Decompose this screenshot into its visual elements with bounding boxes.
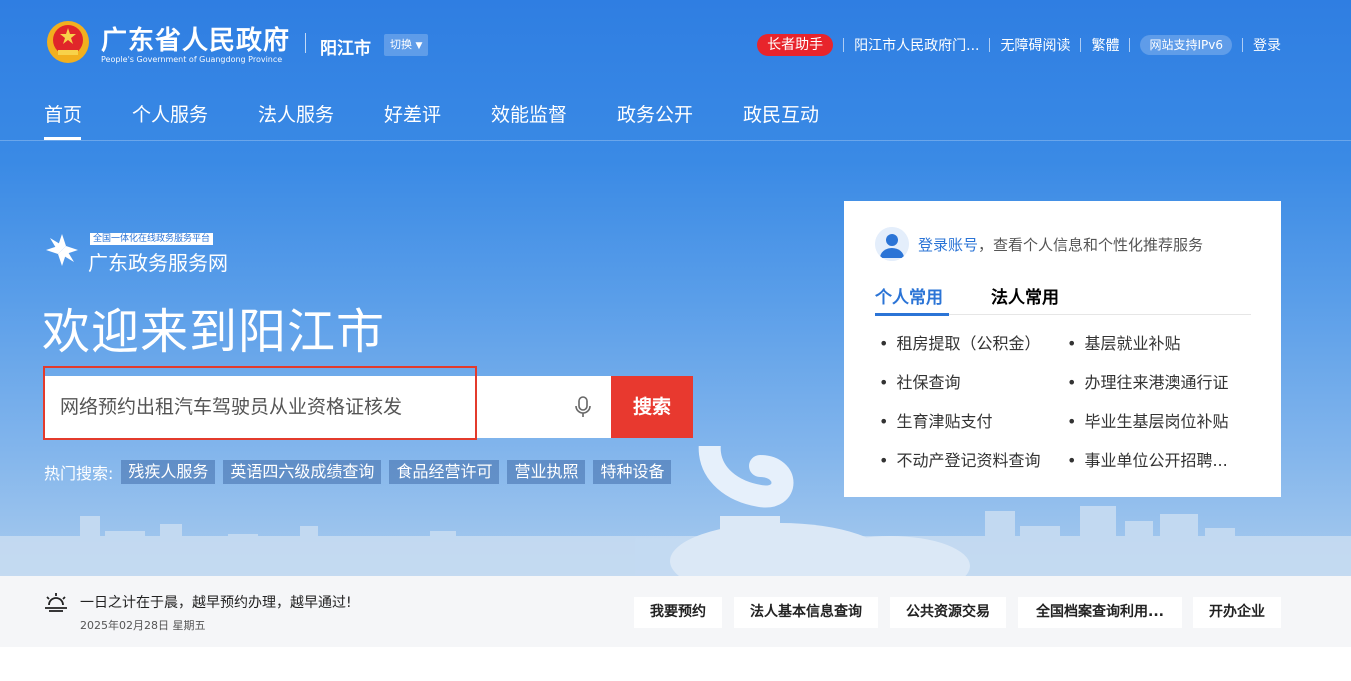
quick-link-public-resources[interactable]: 公共资源交易 <box>890 597 1006 628</box>
gov-subtitle: People's Government of Guangdong Provinc… <box>101 55 283 64</box>
gov-title[interactable]: 广东省人民政府 <box>101 20 290 57</box>
nav-item-rating[interactable]: 好差评 <box>384 100 441 127</box>
nav-item-public-interaction[interactable]: 政民互动 <box>743 100 819 127</box>
nav-active-indicator <box>44 137 81 140</box>
service-link[interactable]: 基层就业补贴 <box>1067 330 1180 354</box>
divider <box>843 38 845 52</box>
login-prompt: 登录账号，查看个人信息和个性化推荐服务 <box>918 234 1203 255</box>
portal-link[interactable]: 阳江市人民政府门... <box>854 35 979 55</box>
user-avatar-icon <box>875 227 909 261</box>
city-switch-button[interactable]: 切换 ▼ <box>384 34 429 56</box>
service-link[interactable]: 事业单位公开招聘... <box>1067 447 1227 471</box>
login-account-link[interactable]: 登录账号 <box>918 236 978 254</box>
service-link[interactable]: 租房提取（公积金） <box>879 330 1040 354</box>
nav-item-corporate-services[interactable]: 法人服务 <box>258 100 334 127</box>
hot-search-tag[interactable]: 英语四六级成绩查询 <box>223 460 382 484</box>
service-link[interactable]: 办理往来港澳通行证 <box>1067 369 1228 393</box>
service-link[interactable]: 生育津贴支付 <box>879 408 992 432</box>
chevron-down-icon: ▼ <box>415 41 423 51</box>
search-button[interactable]: 搜索 <box>611 376 693 438</box>
hot-search-clip: 热门搜索: 残疾人服务 英语四六级成绩查询 食品经营许可 营业执照 特种设备 <box>44 458 694 486</box>
nav-item-home[interactable]: 首页 <box>44 100 82 127</box>
platform-logo-icon <box>46 234 78 266</box>
hot-search-tag[interactable]: 残疾人服务 <box>121 460 216 484</box>
microphone-icon[interactable] <box>571 395 595 419</box>
hot-search-tag[interactable]: 营业执照 <box>507 460 586 484</box>
tab-personal-common[interactable]: 个人常用 <box>875 283 943 308</box>
login-prompt-text: ，查看个人信息和个性化推荐服务 <box>978 236 1204 254</box>
top-links: 长者助手 阳江市人民政府门... 无障碍阅读 繁體 网站支持IPv6 登录 <box>757 33 1281 57</box>
current-date: 2025年02月28日 星期五 <box>80 619 206 632</box>
service-link[interactable]: 毕业生基层岗位补贴 <box>1067 408 1228 432</box>
switch-label: 切换 <box>390 38 412 51</box>
ipv6-badge: 网站支持IPv6 <box>1140 35 1232 55</box>
quick-link-start-business[interactable]: 开办企业 <box>1193 597 1281 628</box>
search-box <box>44 376 611 438</box>
login-link[interactable]: 登录 <box>1253 35 1281 55</box>
divider <box>1242 38 1243 52</box>
service-link[interactable]: 社保查询 <box>879 369 960 393</box>
welcome-heading: 欢迎来到阳江市 <box>42 304 386 360</box>
service-card: 登录账号，查看个人信息和个性化推荐服务 个人常用 法人常用 租房提取（公积金） … <box>844 201 1281 497</box>
hot-search: 热门搜索: 残疾人服务 英语四六级成绩查询 食品经营许可 营业执照 特种设备 <box>44 460 679 484</box>
platform-name: 广东政务服务网 <box>88 251 228 275</box>
elder-assistant-button[interactable]: 长者助手 <box>757 34 834 56</box>
quick-link-corporate-info[interactable]: 法人基本信息查询 <box>734 597 878 628</box>
tab-active-indicator <box>875 313 949 316</box>
top-header: 广东省人民政府 People's Government of Guangdong… <box>0 0 1351 88</box>
hot-search-tag[interactable]: 食品经营许可 <box>389 460 500 484</box>
main-nav: 首页 个人服务 法人服务 好差评 效能监督 政务公开 政民互动 <box>0 88 1351 141</box>
tab-corporate-common[interactable]: 法人常用 <box>991 283 1059 308</box>
page: 广东省人民政府 People's Government of Guangdong… <box>0 0 1351 681</box>
nav-item-government-affairs[interactable]: 政务公开 <box>617 100 693 127</box>
accessibility-link[interactable]: 无障碍阅读 <box>1000 35 1070 55</box>
traditional-chinese-link[interactable]: 繁體 <box>1091 35 1119 55</box>
hot-search-tag[interactable]: 特种设备 <box>593 460 672 484</box>
divider <box>989 38 991 52</box>
platform-tag: 全国一体化在线政务服务平台 <box>90 233 214 245</box>
search-input[interactable] <box>44 376 554 438</box>
divider <box>305 33 306 53</box>
motto-text: 一日之计在于晨，越早预约办理，越早通过! <box>80 595 352 611</box>
quick-link-archives[interactable]: 全国档案查询利用... <box>1018 597 1182 628</box>
quick-link-appointment[interactable]: 我要预约 <box>634 597 722 628</box>
hot-search-label: 热门搜索: <box>44 464 114 483</box>
bottom-bar: 一日之计在于晨，越早预约办理，越早通过! 2025年02月28日 星期五 我要预… <box>0 576 1351 647</box>
emblem-icon[interactable] <box>46 20 90 64</box>
service-link[interactable]: 不动产登记资料查询 <box>879 447 1040 471</box>
divider <box>1080 38 1082 52</box>
city-name: 阳江市 <box>320 39 371 59</box>
card-tabs: 个人常用 法人常用 <box>875 283 1251 315</box>
nav-item-efficiency-supervision[interactable]: 效能监督 <box>491 100 567 127</box>
divider <box>1129 38 1131 52</box>
sunrise-icon <box>45 593 67 612</box>
nav-item-personal-services[interactable]: 个人服务 <box>132 100 208 127</box>
